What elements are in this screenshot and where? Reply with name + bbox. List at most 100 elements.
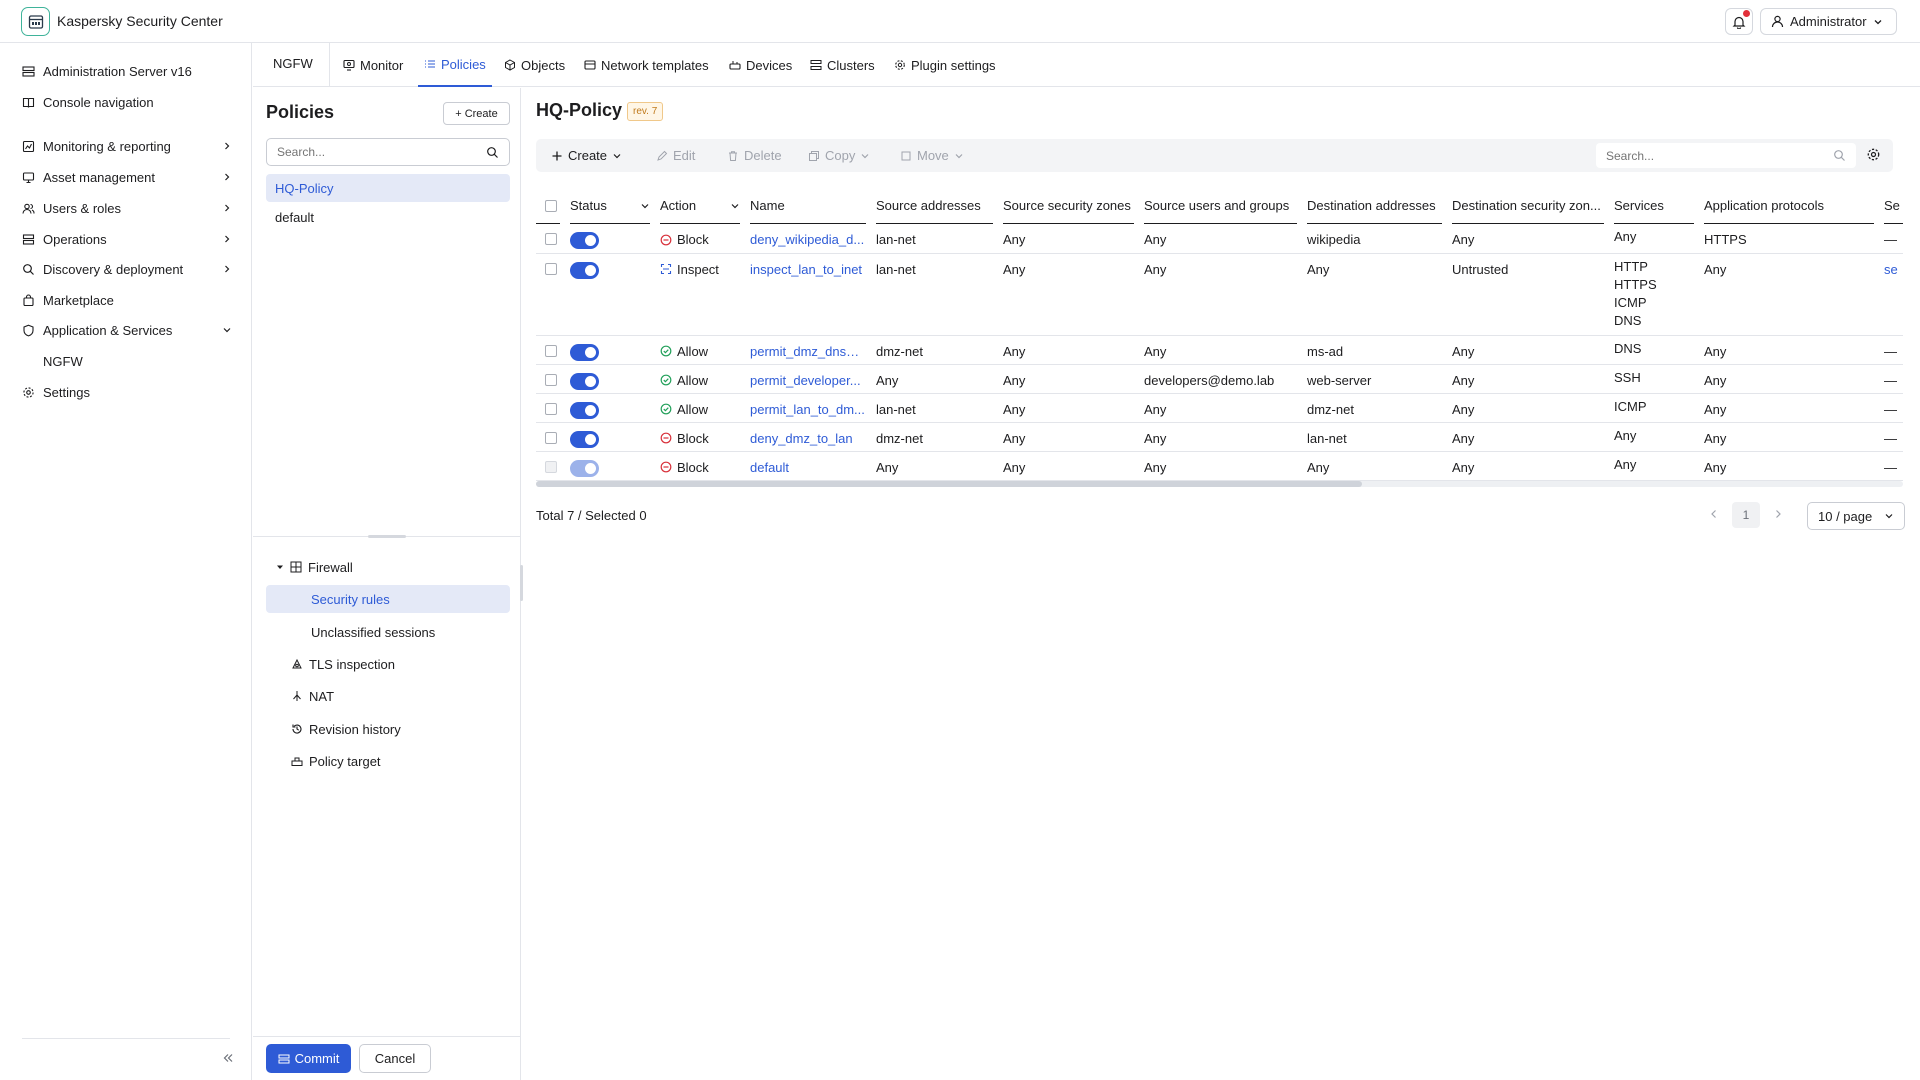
column-header-destination-zones[interactable]: Destination security zon... [1452,188,1614,224]
cancel-button[interactable]: Cancel [359,1044,431,1073]
sidebar-item-console-navigation[interactable]: Console navigation [22,90,232,114]
sidebar-item-marketplace[interactable]: Marketplace [22,288,232,312]
column-header-services[interactable]: Services [1614,188,1704,224]
move-button[interactable]: Move [900,139,964,172]
next-page-button[interactable] [1772,508,1784,520]
rule-name-link[interactable]: inspect_lan_to_inet [750,253,876,336]
prev-page-button[interactable] [1708,508,1720,520]
delete-button[interactable]: Delete [727,139,782,172]
table-row[interactable]: Allow permit_developer... Any Any developers… [536,364,1903,394]
page-size-select[interactable]: 10 / page [1807,502,1905,530]
column-header-destination-addresses[interactable]: Destination addresses [1307,188,1452,224]
scrollbar-thumb[interactable] [536,481,1362,487]
column-header-source-users[interactable]: Source users and groups [1144,188,1307,224]
policy-item-hq[interactable]: HQ-Policy [266,174,510,202]
tab-clusters[interactable]: Clusters [810,43,875,87]
row-checkbox[interactable] [545,262,557,275]
column-header-source-addresses[interactable]: Source addresses [876,188,1003,224]
chart-icon [22,140,35,152]
table-row[interactable]: Block default Any Any Any Any Any Any Any — [536,451,1903,481]
page-number[interactable]: 1 [1732,502,1760,528]
tab-policies[interactable]: Policies [418,43,492,87]
sidebar-item-users-roles[interactable]: Users & roles [22,196,232,220]
filter-chevron-icon[interactable] [730,201,740,211]
column-header-name[interactable]: Name [750,188,876,224]
sidebar-item-discovery[interactable]: Discovery & deployment [22,257,232,281]
select-all-checkbox[interactable] [545,200,557,212]
row-checkbox[interactable] [545,373,557,386]
row-checkbox[interactable] [545,344,557,357]
status-toggle[interactable] [570,430,599,448]
column-header-source-zones[interactable]: Source security zones [1003,188,1144,224]
create-rule-button[interactable]: Create [551,139,622,172]
rule-name-link[interactable]: default [750,451,876,481]
sidebar-item-asset-management[interactable]: Asset management [22,165,232,189]
status-toggle[interactable] [570,232,599,249]
resize-handle[interactable] [368,535,406,538]
column-header-application-protocols[interactable]: Application protocols [1704,188,1884,224]
sidebar-item-settings[interactable]: Settings [22,380,232,404]
row-checkbox[interactable] [545,460,557,473]
table-row[interactable]: Allow permit_lan_to_dm... lan-net Any Any dmz… [536,393,1903,423]
sidebar-item-monitoring[interactable]: Monitoring & reporting [22,134,232,158]
copy-button[interactable]: Copy [808,139,870,172]
tab-plugin-settings[interactable]: Plugin settings [894,43,996,87]
tree-item-firewall[interactable]: Firewall [276,553,353,581]
rule-name-link[interactable]: permit_dmz_dns_ad [750,335,876,365]
policy-item-default[interactable]: default [266,203,510,231]
tree-item-tls-inspection[interactable]: TLS inspection [291,650,395,678]
column-header-action[interactable]: Action [660,188,750,224]
sidebar-item-administration-server[interactable]: Administration Server v16 [22,59,232,83]
create-policy-button[interactable]: + Create [443,102,510,125]
policies-search-input[interactable] [277,145,486,159]
table-settings-button[interactable] [1866,147,1881,162]
edit-button[interactable]: Edit [656,139,695,172]
status-toggle[interactable] [570,372,599,390]
filter-chevron-icon[interactable] [640,201,650,211]
sidebar-item-ngfw[interactable]: NGFW [43,349,253,373]
tab-devices[interactable]: Devices [729,43,792,87]
search-icon[interactable] [1833,149,1846,162]
rules-search[interactable] [1596,143,1856,168]
edit-label: Edit [673,148,696,163]
horizontal-scrollbar[interactable] [536,481,1903,487]
rule-name-link[interactable]: permit_lan_to_dm... [750,393,876,423]
status-toggle[interactable] [570,401,599,419]
status-toggle[interactable] [570,459,599,477]
tree-item-unclassified-sessions[interactable]: Unclassified sessions [311,618,435,646]
tree-item-nat[interactable]: NAT [291,682,334,710]
tree-item-policy-target[interactable]: Policy target [291,747,381,775]
rule-name-link[interactable]: deny_wikipedia_d... [750,224,876,254]
user-menu-button[interactable]: Administrator [1760,8,1897,35]
tree-item-revision-history[interactable]: Revision history [291,715,401,743]
status-toggle[interactable] [570,343,599,361]
panel-resize-handle[interactable] [520,565,523,601]
collapse-sidebar-button[interactable] [221,1051,235,1065]
table-row[interactable]: Allow permit_dmz_dns_ad dmz-net Any Any ms-ad… [536,335,1903,365]
tree-item-security-rules[interactable]: Security rules [266,585,510,613]
status-toggle[interactable] [570,261,599,279]
row-checkbox[interactable] [545,431,557,444]
table-row[interactable]: Block deny_wikipedia_d... lan-net Any Any wik… [536,224,1903,254]
policies-search[interactable] [266,138,510,166]
rule-name-link[interactable]: deny_dmz_to_lan [750,422,876,452]
column-header-status[interactable]: Status [570,188,660,224]
table-row[interactable]: Block deny_dmz_to_lan dmz-net Any Any lan-net… [536,422,1903,452]
sidebar-item-application-services[interactable]: Application & Services [22,318,232,342]
rule-name-link[interactable]: permit_developer... [750,364,876,394]
tab-label: Policies [441,56,486,72]
tab-network-templates[interactable]: Network templates [584,43,709,87]
search-icon[interactable] [486,146,499,159]
tab-objects[interactable]: Objects [504,43,565,87]
rules-search-input[interactable] [1606,148,1833,163]
row-checkbox[interactable] [545,233,557,245]
row-checkbox[interactable] [545,402,557,415]
column-header-extra[interactable]: Se [1884,188,1903,224]
commit-button[interactable]: Commit [266,1044,351,1073]
table-row[interactable]: Inspect inspect_lan_to_inet lan-net Any Any A… [536,253,1903,336]
sidebar-item-operations[interactable]: Operations [22,227,232,251]
notifications-button[interactable] [1725,8,1753,35]
tab-monitor[interactable]: Monitor [343,43,403,87]
extra-cell: — [1884,451,1903,481]
source-address: lan-net [876,224,1003,254]
